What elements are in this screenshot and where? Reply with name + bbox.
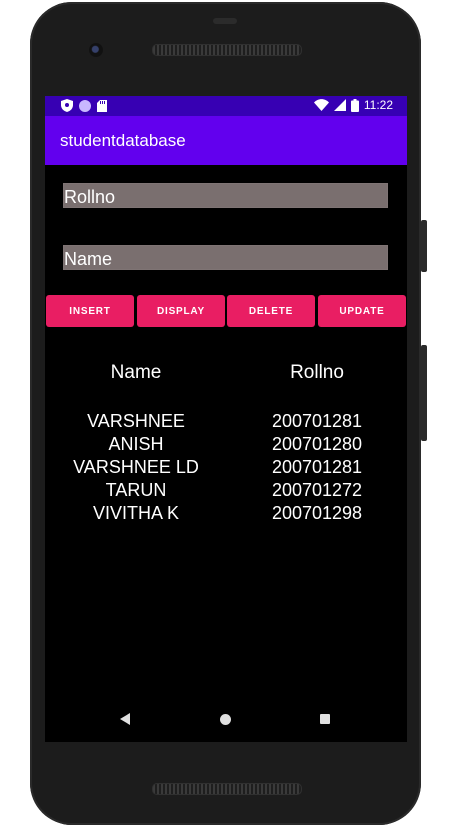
rollno-input[interactable]: Rollno: [63, 183, 388, 208]
app-title: studentdatabase: [60, 131, 186, 150]
name-input[interactable]: Name: [63, 245, 388, 270]
front-camera-icon: [89, 43, 103, 57]
name-placeholder: Name: [64, 249, 113, 269]
name-cell: VIVITHA K: [92, 503, 180, 523]
rollno-cell: 200701280: [271, 434, 363, 454]
insert-button[interactable]: INSERT: [46, 295, 134, 327]
rollno-placeholder: Rollno: [64, 187, 116, 207]
display-button[interactable]: DISPLAY: [137, 295, 225, 327]
name-cell: ANISH: [108, 434, 164, 454]
top-speaker-grille: [152, 44, 302, 56]
app-screen: 11:22 studentdatabase Rollno Name INSERT…: [45, 96, 407, 742]
update-button[interactable]: UPDATE: [318, 295, 406, 327]
rollno-cell: 200701281: [271, 411, 363, 431]
power-button[interactable]: [421, 220, 427, 272]
status-time: 11:22: [363, 98, 393, 112]
proximity-sensor: [213, 18, 237, 24]
rollno-cell: 200701272: [271, 480, 363, 500]
home-icon[interactable]: [220, 714, 231, 725]
shield-icon: [61, 99, 73, 112]
signal-icon: [333, 99, 346, 111]
navigation-bar: [45, 708, 407, 732]
rollno-column: Rollno 200701281 200701280 200701281 200…: [237, 362, 397, 525]
wifi-icon: [313, 99, 329, 111]
name-column-header: Name: [110, 362, 162, 383]
delete-button[interactable]: DELETE: [227, 295, 315, 327]
rollno-cell: 200701298: [271, 503, 363, 523]
name-column: Name VARSHNEE ANISH VARSHNEE LD TARUN VI…: [56, 362, 216, 525]
volume-button[interactable]: [421, 345, 427, 441]
name-cell: VARSHNEE LD: [73, 457, 199, 477]
circle-icon: [79, 99, 91, 112]
recents-icon[interactable]: [320, 714, 330, 724]
status-bar: 11:22: [45, 96, 407, 116]
bottom-speaker-grille: [152, 783, 302, 795]
rollno-column-header: Rollno: [290, 362, 344, 383]
app-bar: studentdatabase: [45, 116, 407, 165]
sd-card-icon: [97, 99, 107, 112]
name-cell: TARUN: [105, 480, 167, 500]
battery-icon: [350, 98, 359, 112]
rollno-cell: 200701281: [271, 457, 363, 477]
name-cell: VARSHNEE: [87, 411, 185, 431]
back-icon[interactable]: [120, 713, 130, 725]
